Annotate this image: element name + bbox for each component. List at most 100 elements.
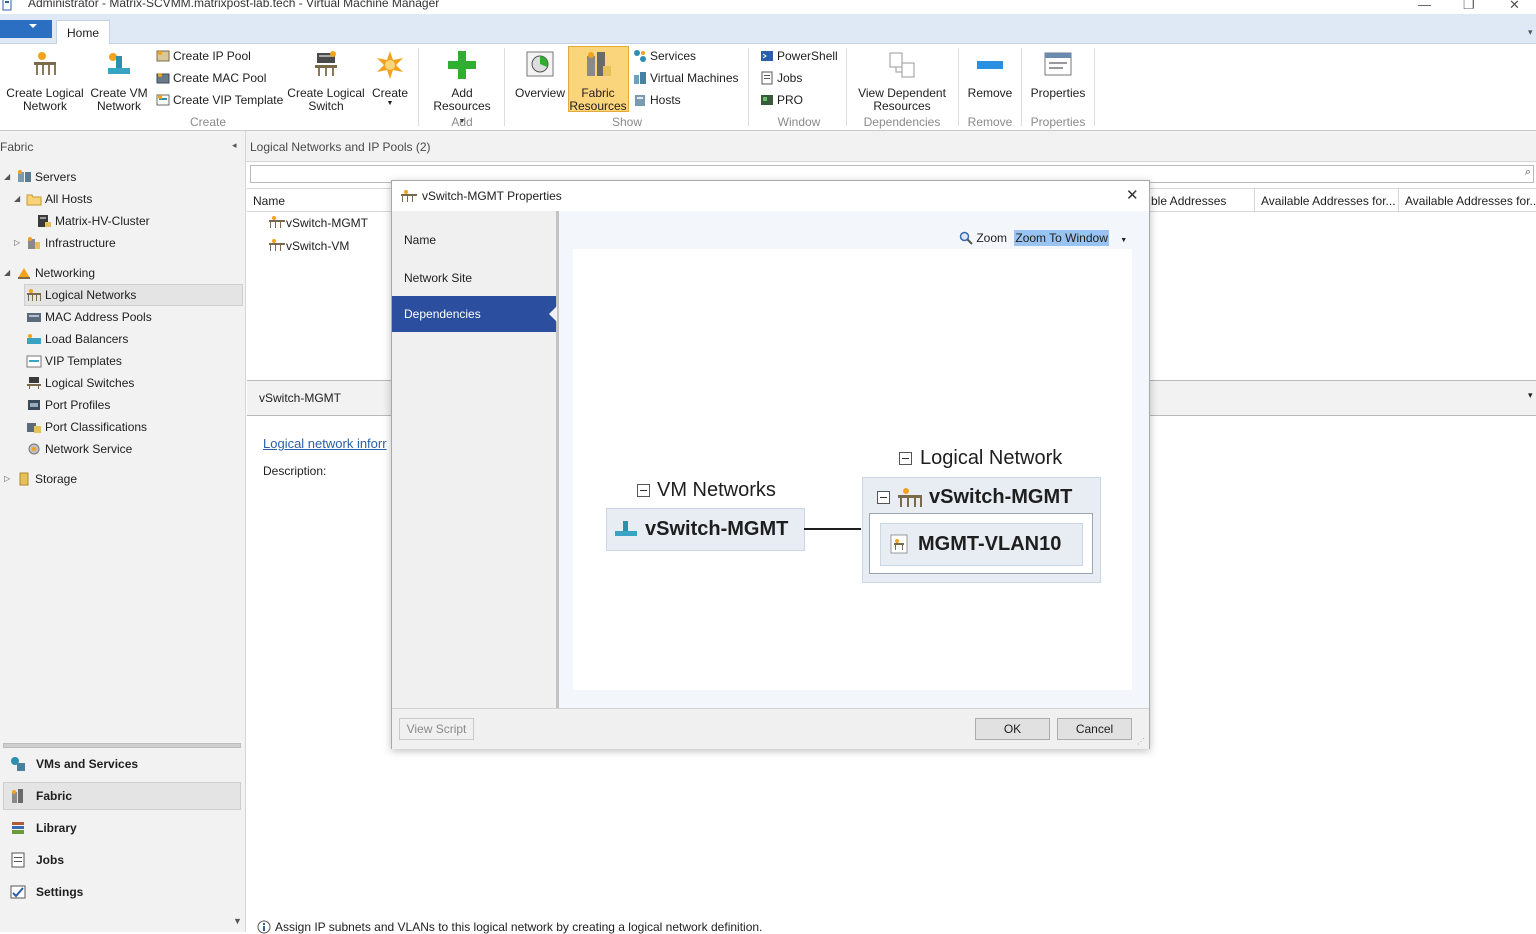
create-vip-template-button[interactable]: Create VIP Template [156,90,283,110]
dialog-nav-name[interactable]: Name [404,233,436,247]
fabric-resources-button[interactable]: Fabric Resources [568,44,628,113]
create-mac-pool-button[interactable]: Create MAC Pool [156,68,266,88]
main-header: Logical Networks and IP Pools (2) [246,131,1536,162]
create-logical-switch-button[interactable]: Create Logical Switch [286,44,366,113]
table-row[interactable]: vSwitch-VM [268,239,349,253]
cancel-button[interactable]: Cancel [1057,718,1132,740]
workspace-settings[interactable]: Settings [10,882,83,902]
group-label-properties: Properties [1030,115,1086,129]
expander-icon[interactable]: ◢ [4,172,10,181]
tree-item-infrastructure[interactable]: Infrastructure [26,234,116,252]
tree-item-logical-networks[interactable]: Logical Networks [26,286,136,304]
starburst-icon [377,51,403,79]
tab-home[interactable]: Home [56,20,110,45]
tree-item-cluster[interactable]: Matrix-HV-Cluster [36,212,150,230]
ribbon-collapse-icon[interactable]: ▾ [1528,27,1533,38]
collapse-toggle[interactable] [877,491,890,504]
properties-dialog: vSwitch-MGMT Properties ✕ Name Network S… [391,180,1150,749]
tree-item-networking[interactable]: Networking [16,264,95,282]
fabric-resources-icon [587,52,611,76]
title-bar: Administrator - Matrix-SCVMM.matrixpost-… [0,0,1536,14]
workspace-vms-and-services[interactable]: VMs and Services [10,754,138,774]
tree-item-load-balancers[interactable]: Load Balancers [26,330,128,348]
tree-item-network-service[interactable]: Network Service [26,440,132,458]
selection-arrow-icon [549,306,557,322]
column-header-available-addresses-3[interactable]: Available Addresses for... [1405,194,1536,208]
chevron-down-icon: ▼ [386,100,394,107]
column-header-name[interactable]: Name [253,194,285,208]
virtual-machines-icon [634,72,646,84]
tree-item-all-hosts[interactable]: All Hosts [26,190,92,208]
dialog-nav-network-site[interactable]: Network Site [404,271,472,285]
logical-network-info-link[interactable]: Logical network inforr [263,436,387,451]
hosts-button[interactable]: Hosts [633,90,681,110]
main-header-title: Logical Networks and IP Pools (2) [250,140,431,154]
collapse-pane-icon[interactable]: ◂ [232,140,237,151]
logical-network-icon [401,190,417,202]
services-icon [634,50,646,62]
tree-item-mac-pools[interactable]: MAC Address Pools [26,308,152,326]
expander-icon[interactable]: ▷ [14,238,20,247]
expander-icon[interactable]: ◢ [14,194,20,203]
column-header-available-addresses[interactable]: ble Addresses [1151,194,1226,208]
create-logical-network-button[interactable]: Create Logical Network [4,44,86,113]
dialog-title-bar: vSwitch-MGMT Properties ✕ [392,181,1149,211]
remove-button[interactable]: Remove [962,44,1018,100]
chevron-down-icon[interactable]: ▾ [1528,390,1533,401]
tree-item-port-profiles[interactable]: Port Profiles [26,396,110,414]
jobs-icon [11,852,25,868]
chevron-down-icon[interactable]: ▼ [1120,237,1127,244]
jobs-button[interactable]: Jobs [760,68,802,88]
ribbon: Create Logical Network Create VM Network… [0,27,1536,131]
scroll-down-icon[interactable]: ▼ [233,916,242,926]
description-label: Description: [263,464,327,478]
search-icon[interactable]: ⌕ [1525,166,1531,179]
restore-icon[interactable]: ❐ [1463,0,1475,13]
close-icon[interactable]: ✕ [1126,186,1139,204]
expander-icon[interactable]: ◢ [4,268,10,277]
tree-item-storage[interactable]: Storage [16,470,77,488]
minimize-icon[interactable]: — [1418,0,1431,12]
ok-button[interactable]: OK [975,718,1050,740]
close-window-icon[interactable]: ✕ [1509,0,1520,13]
create-ip-pool-button[interactable]: Create IP Pool [156,46,251,66]
pro-icon [761,95,773,105]
view-dependent-resources-button[interactable]: View Dependent Resources [852,44,952,113]
column-header-available-addresses-2[interactable]: Available Addresses for... [1261,194,1396,208]
pro-button[interactable]: PRO [760,90,803,110]
create-dropdown-button[interactable]: Create ▼ [368,44,412,108]
settings-icon [10,885,26,899]
file-menu-button[interactable] [0,20,52,38]
logical-switch-icon [315,51,337,76]
workspace-fabric[interactable]: Fabric [10,786,72,806]
column-separator[interactable] [1254,189,1255,211]
port-profile-icon [28,400,40,410]
overview-button[interactable]: Overview [512,44,568,100]
group-separator [846,48,847,126]
folder-icon [26,194,42,206]
dialog-nav-dependencies[interactable]: Dependencies [392,296,557,332]
pane-splitter[interactable] [3,743,241,748]
collapse-toggle[interactable] [899,452,912,465]
column-separator[interactable] [1398,189,1399,211]
workspace-library[interactable]: Library [10,818,77,838]
resize-grip-icon[interactable]: ⋰ [1137,737,1145,746]
vm-networks-header: VM Networks [657,479,776,501]
tree-item-port-classifications[interactable]: Port Classifications [26,418,147,436]
table-row[interactable]: vSwitch-MGMT [268,216,368,230]
tree-item-servers[interactable]: Servers [16,168,76,186]
services-button[interactable]: Services [633,46,696,66]
tree-item-logical-switches[interactable]: Logical Switches [26,374,134,392]
tree-item-vip-templates[interactable]: VIP Templates [26,352,122,370]
powershell-button[interactable]: PowerShell [760,46,838,66]
zoom-select[interactable]: Zoom To Window [1014,230,1109,246]
expander-icon[interactable]: ▷ [4,474,10,483]
collapse-toggle[interactable] [637,484,650,497]
virtual-machines-button[interactable]: Virtual Machines [633,68,739,88]
load-balancer-icon [27,334,41,344]
workspace-jobs[interactable]: Jobs [10,850,64,870]
create-vm-network-button[interactable]: Create VM Network [88,44,150,113]
properties-button[interactable]: Properties [1026,44,1090,100]
view-script-button[interactable]: View Script [399,718,474,740]
group-label-window: Window [777,115,821,129]
